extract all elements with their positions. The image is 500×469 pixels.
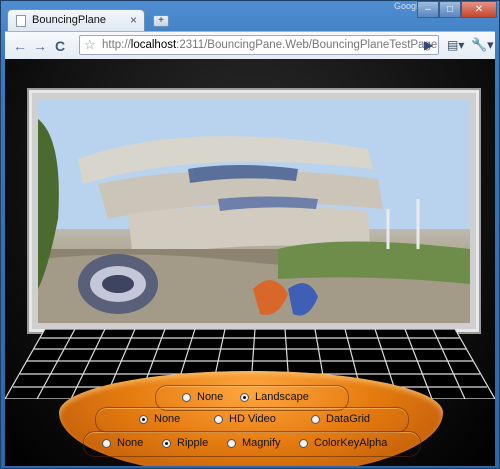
radio-content-datagrid[interactable]: DataGrid bbox=[311, 413, 370, 425]
page-menu-icon[interactable]: ▤▾ bbox=[447, 38, 464, 52]
landscape-photo bbox=[38, 99, 470, 323]
radio-effect-magnify[interactable]: Magnify bbox=[227, 437, 281, 449]
radio-icon[interactable] bbox=[182, 392, 191, 402]
radio-icon[interactable] bbox=[299, 438, 308, 448]
browser-toolbar: ← → C ☆ http://localhost:2311/BouncingPa… bbox=[5, 31, 495, 60]
radio-effect-colorkeyalpha[interactable]: ColorKeyAlpha bbox=[299, 437, 387, 449]
browser-window: BouncingPlane × + Google – □ ✕ ← → C ☆ h… bbox=[0, 0, 500, 469]
minimize-button[interactable]: – bbox=[417, 1, 439, 18]
window-controls: – □ ✕ bbox=[417, 1, 497, 18]
tab-close-icon[interactable]: × bbox=[130, 13, 137, 27]
radio-icon[interactable] bbox=[214, 414, 223, 424]
radio-icon[interactable] bbox=[102, 438, 111, 448]
address-bar[interactable]: ☆ http://localhost:2311/BouncingPane.Web… bbox=[79, 35, 439, 55]
radio-effect-ripple[interactable]: Ripple bbox=[162, 437, 208, 449]
bouncing-plane-frame[interactable] bbox=[29, 90, 479, 332]
radio-content-none[interactable]: None bbox=[139, 413, 180, 425]
tab-bouncingplane[interactable]: BouncingPlane × bbox=[7, 9, 145, 31]
tab-title: BouncingPlane bbox=[32, 14, 107, 26]
radio-background-landscape[interactable]: Landscape bbox=[240, 391, 309, 403]
reload-button[interactable]: C bbox=[55, 38, 65, 54]
options-panel: None Landscape None HD Video DataGrid No… bbox=[59, 371, 443, 466]
radio-effect-none[interactable]: None bbox=[102, 437, 143, 449]
back-button[interactable]: ← bbox=[13, 38, 27, 54]
radio-selected-icon[interactable] bbox=[240, 392, 249, 402]
building-illustration bbox=[38, 99, 470, 323]
tab-strip: BouncingPlane × + Google – □ ✕ bbox=[1, 1, 500, 31]
url-text: http://localhost:2311/BouncingPane.Web/B… bbox=[102, 39, 439, 51]
radio-content-hd-video[interactable]: HD Video bbox=[214, 413, 276, 425]
radio-icon[interactable] bbox=[311, 414, 320, 424]
go-button[interactable]: ▶ bbox=[424, 38, 433, 52]
close-window-button[interactable]: ✕ bbox=[461, 1, 497, 18]
radio-selected-icon[interactable] bbox=[162, 438, 171, 448]
silverlight-content: None Landscape None HD Video DataGrid No… bbox=[5, 59, 495, 466]
maximize-button[interactable]: □ bbox=[439, 1, 461, 18]
bookmark-star-icon[interactable]: ☆ bbox=[84, 37, 96, 53]
page-icon bbox=[16, 15, 26, 27]
forward-button[interactable]: → bbox=[33, 38, 47, 54]
new-tab-button[interactable]: + bbox=[153, 15, 169, 27]
radio-selected-icon[interactable] bbox=[139, 414, 148, 424]
radio-icon[interactable] bbox=[227, 438, 236, 448]
radio-background-none[interactable]: None bbox=[182, 391, 223, 403]
tools-menu-icon[interactable]: 🔧▾ bbox=[471, 37, 494, 53]
